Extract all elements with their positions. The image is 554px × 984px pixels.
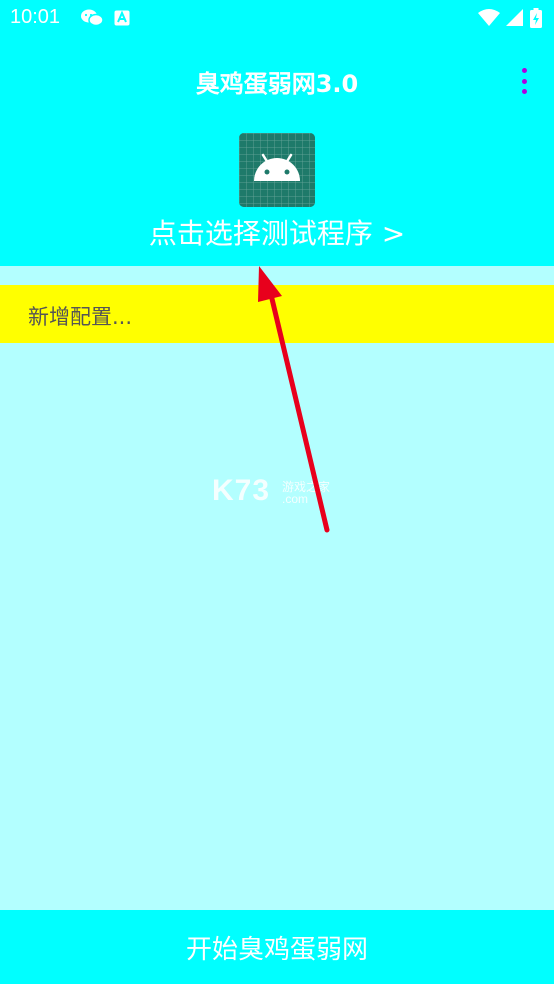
select-program-link[interactable]: 点击选择测试程序 > — [0, 212, 554, 252]
header: 10:01 臭鸡蛋弱网3.0 点击选择测试程序 > — [0, 0, 554, 266]
wechat-icon — [81, 9, 104, 27]
watermark-brand: K73 — [212, 474, 271, 507]
start-button[interactable]: 开始臭鸡蛋弱网 — [0, 910, 554, 984]
battery-icon — [530, 8, 542, 28]
overflow-menu-icon[interactable] — [514, 64, 534, 98]
add-config-item[interactable]: 新增配置... — [0, 285, 554, 343]
status-bar: 10:01 — [0, 0, 554, 38]
watermark-domain: .com — [282, 492, 309, 506]
status-time: 10:01 — [10, 6, 61, 28]
app-bar: 臭鸡蛋弱网3.0 — [0, 50, 554, 110]
status-right-icons — [478, 8, 542, 28]
a-badge-icon — [114, 10, 130, 26]
watermark-logo: K73 游戏之家 .com — [212, 474, 342, 514]
status-left-icons — [80, 8, 130, 28]
bottom-bar: 开始臭鸡蛋弱网 — [0, 910, 554, 984]
app-title: 臭鸡蛋弱网3.0 — [195, 70, 359, 98]
add-config-label: 新增配置... — [28, 305, 133, 329]
signal-icon — [506, 9, 523, 26]
android-icon[interactable] — [239, 133, 315, 207]
wifi-icon — [478, 9, 500, 26]
